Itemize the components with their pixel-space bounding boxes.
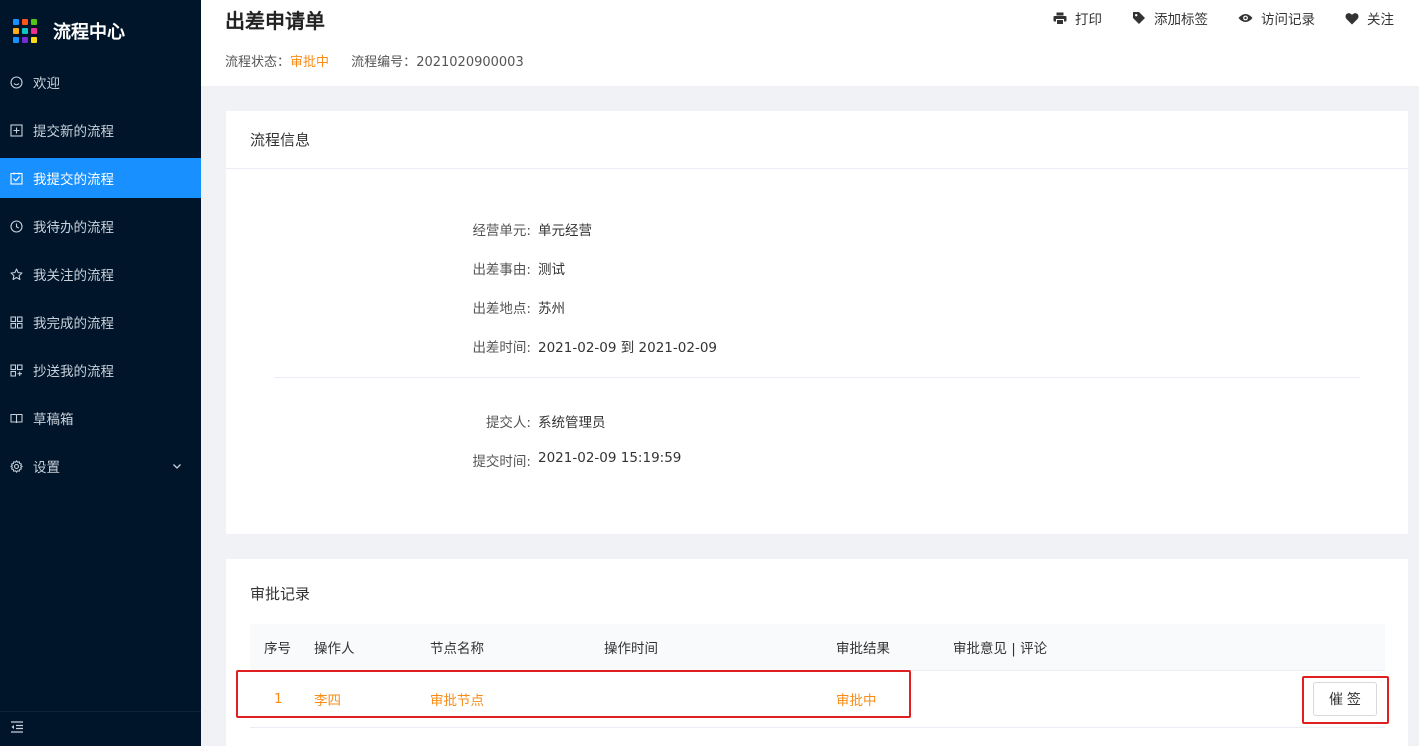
status-label: 流程状态： — [225, 55, 291, 70]
tag-icon — [1133, 12, 1145, 24]
logo-dot — [22, 37, 28, 43]
copy-grid-icon — [9, 363, 23, 377]
action-label: 访问记录 — [1261, 12, 1315, 28]
sidebar-collapse-button[interactable] — [0, 711, 201, 746]
number-label: 流程编号： — [351, 55, 417, 70]
grid-icon — [9, 315, 23, 329]
field-label: 出差时间: — [472, 340, 531, 356]
status-value: 审批中 — [290, 55, 330, 70]
header-actions: 打印 添加标签 访问记录 关注 — [1023, 8, 1394, 28]
action-label: 打印 — [1075, 12, 1102, 28]
chevron-down-icon — [171, 460, 183, 472]
eye-icon — [1238, 14, 1253, 22]
sidebar-item-label: 我关注的流程 — [33, 268, 114, 284]
field-value: 系统管理员 — [538, 415, 606, 431]
column-header: 操作时间 — [604, 641, 658, 657]
field-value: 苏州 — [538, 301, 565, 317]
column-header: 序号 — [264, 641, 291, 657]
logo-dot — [13, 19, 19, 25]
visit-log-button[interactable]: 访问记录 — [1238, 8, 1315, 28]
sidebar-item-label: 我待办的流程 — [33, 220, 114, 236]
logo-dot — [22, 28, 28, 34]
field-label: 出差地点: — [472, 301, 531, 317]
sidebar-item-submit-new[interactable]: 提交新的流程 — [0, 110, 201, 150]
logo-dot — [13, 37, 19, 43]
field-label: 提交人: — [485, 415, 531, 431]
logo-dot — [31, 19, 37, 25]
field-label: 提交时间: — [472, 454, 531, 470]
check-square-icon — [9, 171, 23, 185]
field-submitter: 提交人: 系统管理员 — [226, 411, 1408, 431]
sidebar-item-label: 我提交的流程 — [33, 172, 114, 188]
field-value: 2021-02-09 到 2021-02-09 — [538, 340, 717, 356]
action-label: 添加标签 — [1154, 12, 1208, 28]
sidebar-item-my-submitted[interactable]: 我提交的流程 — [0, 158, 201, 198]
column-header: 审批意见 | 评论 — [953, 641, 1048, 657]
logo-dot — [31, 28, 37, 34]
sidebar-item-cc-to-me[interactable]: 抄送我的流程 — [0, 350, 201, 390]
highlight-box-button — [1302, 676, 1389, 724]
brand-title: 流程中心 — [53, 22, 125, 43]
highlight-box-row — [236, 670, 911, 718]
sidebar-item-label: 我完成的流程 — [33, 316, 114, 332]
field-value: 单元经营 — [538, 223, 592, 239]
sidebar-item-settings[interactable]: 设置 — [0, 446, 201, 486]
field-trip-location: 出差地点: 苏州 — [226, 297, 1408, 317]
grid-logo-icon — [13, 19, 37, 43]
field-trip-reason: 出差事由: 测试 — [226, 258, 1408, 278]
divider — [274, 377, 1360, 378]
logo-dot — [22, 19, 28, 25]
sidebar-item-label: 草稿箱 — [33, 412, 74, 428]
print-button[interactable]: 打印 — [1053, 8, 1102, 28]
field-business-unit: 经营单元: 单元经营 — [226, 219, 1408, 239]
sidebar-item-drafts[interactable]: 草稿箱 — [0, 398, 201, 438]
sidebar-item-my-todo[interactable]: 我待办的流程 — [0, 206, 201, 246]
logo-dot — [31, 37, 37, 43]
star-icon — [9, 267, 23, 281]
field-label: 出差事由: — [472, 262, 531, 278]
sidebar-item-my-followed[interactable]: 我关注的流程 — [0, 254, 201, 294]
heart-icon — [1345, 12, 1359, 24]
field-trip-time: 出差时间: 2021-02-09 到 2021-02-09 — [226, 336, 1408, 356]
number-value: 2021020900003 — [416, 55, 524, 70]
logo-dot — [13, 28, 19, 34]
sidebar-item-label: 抄送我的流程 — [33, 364, 114, 380]
sidebar: 流程中心 欢迎 提交新的流程 我提交的流程 我待办的流程 我关注的流程 我完成的… — [0, 0, 201, 746]
table-header: 序号 操作人 节点名称 操作时间 审批结果 审批意见 | 评论 — [250, 624, 1385, 671]
field-label: 经营单元: — [472, 223, 531, 239]
column-header: 操作人 — [314, 641, 355, 657]
clock-icon — [9, 219, 23, 233]
gear-icon — [9, 459, 23, 473]
book-icon — [9, 411, 23, 425]
menu-fold-icon — [10, 720, 24, 738]
field-submit-time: 提交时间: 2021-02-09 15:19:59 — [226, 450, 1408, 470]
action-label: 关注 — [1367, 12, 1394, 28]
sidebar-item-label: 欢迎 — [33, 76, 60, 92]
process-info-card: 流程信息 经营单元: 单元经营 出差事由: 测试 出差地点: 苏州 出差时间: … — [226, 111, 1408, 534]
smile-icon — [9, 75, 23, 89]
sidebar-item-label: 设置 — [33, 460, 60, 476]
add-tag-button[interactable]: 添加标签 — [1132, 8, 1208, 28]
sidebar-menu: 欢迎 提交新的流程 我提交的流程 我待办的流程 我关注的流程 我完成的流程 抄送… — [0, 62, 201, 486]
sidebar-item-my-completed[interactable]: 我完成的流程 — [0, 302, 201, 342]
field-value: 测试 — [538, 262, 565, 278]
page-title: 出差申请单 — [225, 9, 325, 33]
sidebar-item-label: 提交新的流程 — [33, 124, 114, 140]
page-header: 出差申请单 流程状态：审批中 流程编号：2021020900003 打印 添加标… — [201, 0, 1419, 86]
column-header: 审批结果 — [836, 641, 890, 657]
sidebar-item-welcome[interactable]: 欢迎 — [0, 62, 201, 102]
card-title: 审批记录 — [250, 585, 311, 603]
process-meta: 流程状态：审批中 流程编号：2021020900003 — [225, 51, 524, 70]
column-header: 节点名称 — [430, 641, 484, 657]
brand: 流程中心 — [0, 0, 201, 62]
plus-square-icon — [9, 123, 23, 137]
card-title: 流程信息 — [226, 111, 1408, 169]
printer-icon — [1053, 12, 1067, 25]
field-value: 2021-02-09 15:19:59 — [538, 450, 682, 466]
follow-button[interactable]: 关注 — [1345, 8, 1394, 28]
